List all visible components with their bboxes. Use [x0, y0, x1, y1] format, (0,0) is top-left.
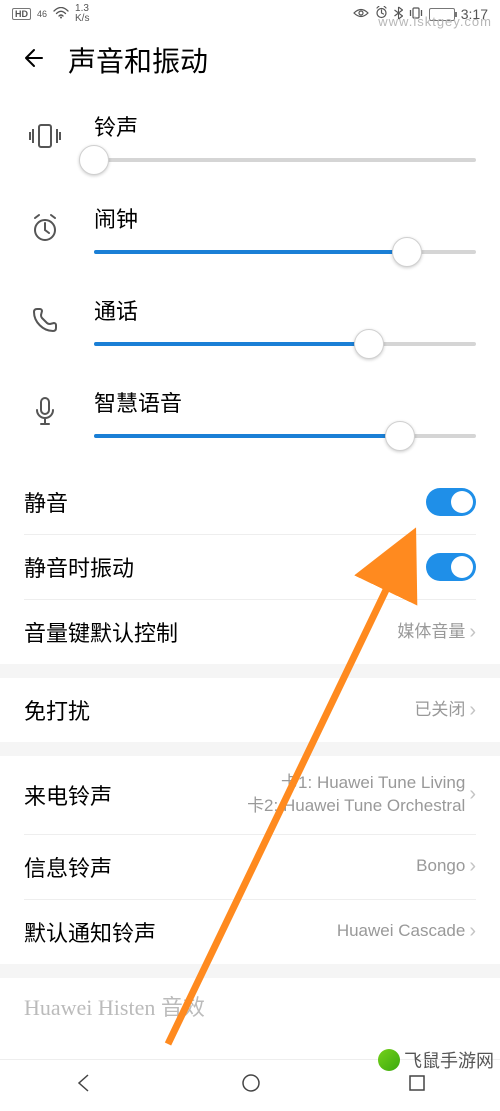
row-label: 免打扰 — [24, 694, 90, 726]
brand-icon — [378, 1049, 400, 1071]
row-mute: 静音 — [0, 470, 500, 534]
slider-track[interactable] — [94, 434, 476, 438]
row-label: 来电铃声 — [24, 779, 112, 811]
nav-back[interactable] — [73, 1072, 95, 1099]
row-notify-tone[interactable]: 默认通知铃声 Huawei Cascade › — [0, 900, 500, 964]
net-speed: 1.3K/s — [75, 4, 89, 24]
slider-voice: 智慧语音 — [0, 366, 500, 458]
phone-icon — [24, 306, 66, 334]
chevron-right-icon: › — [469, 920, 476, 943]
slider-label: 闹钟 — [94, 202, 476, 234]
slider-label: 铃声 — [94, 110, 476, 142]
watermark-brand: 飞鼠手游网 — [378, 1047, 494, 1073]
header: 声音和振动 — [0, 28, 500, 90]
vibrate-icon — [24, 121, 66, 151]
chevron-right-icon: › — [469, 783, 476, 806]
nav-home[interactable] — [240, 1072, 262, 1099]
slider-track[interactable] — [94, 250, 476, 254]
row-label: 信息铃声 — [24, 851, 112, 883]
wifi-icon — [53, 7, 69, 22]
row-volume-key[interactable]: 音量键默认控制 媒体音量 › — [0, 600, 500, 664]
slider-label: 智慧语音 — [94, 386, 476, 418]
back-button[interactable] — [22, 46, 46, 75]
row-value: 卡1: Huawei Tune Living 卡2: Huawei Tune O… — [247, 772, 465, 818]
row-label: 静音 — [24, 486, 68, 518]
mute-toggle[interactable] — [426, 488, 476, 516]
net-type: 46 — [37, 9, 47, 19]
row-label: 默认通知铃声 — [24, 916, 156, 948]
row-ringtone[interactable]: 来电铃声 卡1: Huawei Tune Living 卡2: Huawei T… — [0, 756, 500, 834]
chevron-right-icon: › — [469, 621, 476, 644]
vibrate-mute-toggle[interactable] — [426, 553, 476, 581]
row-vibrate-mute: 静音时振动 — [0, 535, 500, 599]
row-value: 已关闭 — [414, 699, 465, 722]
slider-alarm: 闹钟 — [0, 182, 500, 274]
chevron-right-icon: › — [469, 699, 476, 722]
mic-icon — [24, 396, 66, 428]
alarm-icon — [24, 213, 66, 243]
chevron-right-icon: › — [469, 855, 476, 878]
row-label: 静音时振动 — [24, 551, 134, 583]
slider-track[interactable] — [94, 158, 476, 162]
row-value: Huawei Cascade — [337, 920, 466, 943]
slider-track[interactable] — [94, 342, 476, 346]
page-title: 声音和振动 — [68, 40, 208, 80]
hd-badge: HD — [12, 8, 31, 20]
row-dnd[interactable]: 免打扰 已关闭 › — [0, 678, 500, 742]
eye-icon — [353, 7, 369, 21]
slider-ringtone: 铃声 — [0, 90, 500, 182]
row-message-tone[interactable]: 信息铃声 Bongo › — [0, 835, 500, 899]
slider-call: 通话 — [0, 274, 500, 366]
watermark-url: www.lsktgey.com — [378, 14, 492, 29]
row-histen-truncated: Huawei Histen 音效 — [0, 978, 500, 1022]
nav-recent[interactable] — [407, 1073, 427, 1098]
row-label: 音量键默认控制 — [24, 616, 178, 648]
slider-label: 通话 — [94, 294, 476, 326]
row-value: Bongo — [416, 855, 465, 878]
row-value: 媒体音量 — [397, 621, 465, 644]
